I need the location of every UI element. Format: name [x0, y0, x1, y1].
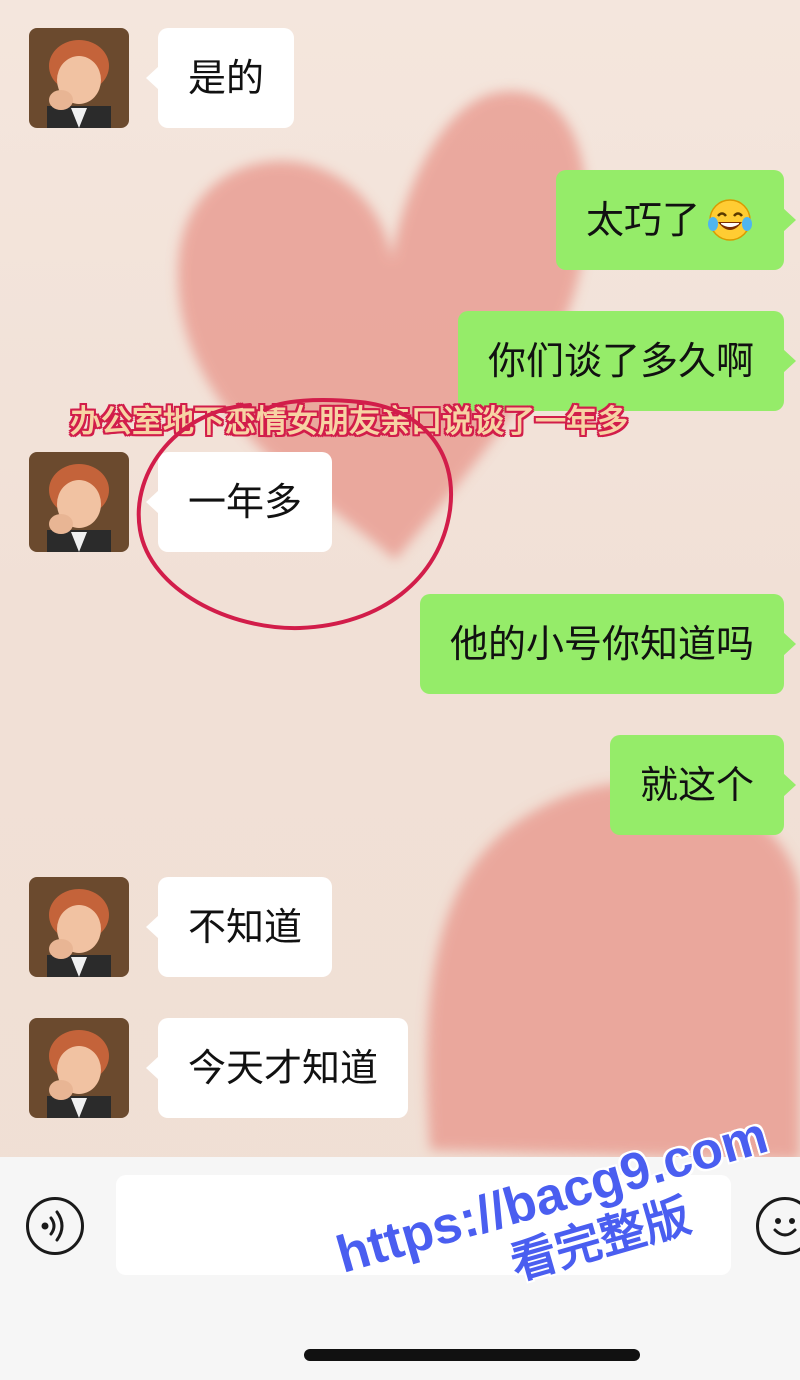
face-with-tears-of-joy-icon [708, 198, 752, 241]
message-text: 你们谈了多久啊 [487, 339, 754, 383]
voice-input-icon [41, 1210, 64, 1242]
emoji-button[interactable] [756, 1197, 800, 1255]
voice-input-button[interactable] [26, 1197, 84, 1255]
avatar[interactable] [29, 452, 129, 552]
message-text: 一年多 [188, 480, 303, 524]
avatar-image [29, 877, 129, 977]
avatar-image [29, 452, 129, 552]
chat-screen: 是的 太巧了 你们谈了多久啊 一年多 他的小号你知道吗 就这个 不知道 今天才知… [0, 0, 800, 1380]
message-bubble-sent[interactable]: 他的小号你知道吗 [419, 594, 797, 694]
avatar-image [29, 28, 129, 128]
message-bubble-sent[interactable]: 太巧了 [555, 170, 797, 270]
avatar[interactable] [29, 28, 129, 128]
message-text: 今天才知道 [188, 1046, 379, 1090]
message-text: 是的 [188, 56, 265, 100]
message-bubble-sent[interactable]: 就这个 [609, 735, 797, 835]
smiley-face-icon [773, 1218, 797, 1237]
message-text: 就这个 [639, 763, 754, 807]
message-text: 太巧了 [585, 198, 700, 242]
message-text: 他的小号你知道吗 [449, 622, 754, 666]
message-bubble-received[interactable]: 是的 [145, 28, 295, 128]
message-bubble-received[interactable]: 一年多 [145, 452, 333, 552]
message-bubble-received[interactable]: 不知道 [145, 877, 333, 977]
lower-heart-shape [426, 782, 800, 1160]
annotation-caption: 办公室地下恋情女朋友亲口说谈了一年多 [70, 404, 628, 440]
avatar-image [29, 1018, 129, 1118]
message-bubble-received[interactable]: 今天才知道 [145, 1018, 409, 1118]
message-text: 不知道 [188, 905, 303, 949]
home-indicator[interactable] [304, 1349, 640, 1361]
avatar[interactable] [29, 1018, 129, 1118]
avatar[interactable] [29, 877, 129, 977]
